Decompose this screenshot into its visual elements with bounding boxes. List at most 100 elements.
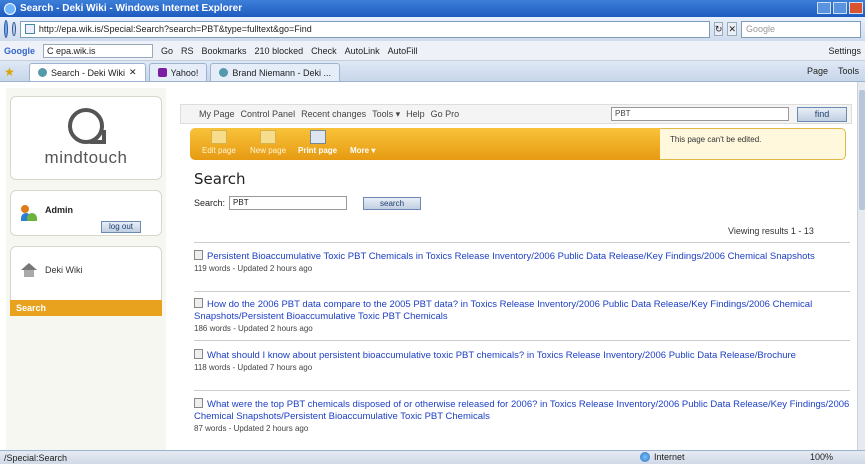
- refresh-button[interactable]: ↻: [713, 22, 724, 36]
- status-bar: /Special:Search Internet 100%: [0, 450, 865, 464]
- users-icon: [21, 205, 37, 221]
- internet-globe-icon: [640, 452, 650, 462]
- divider: [194, 242, 850, 243]
- tab-favicon-icon: [157, 68, 167, 77]
- google-logo: Google: [4, 45, 35, 56]
- results-count: Viewing results 1 - 13: [728, 226, 814, 236]
- menu-help[interactable]: Help: [406, 109, 425, 119]
- google-rs-button[interactable]: RS: [181, 46, 194, 56]
- zoom-level[interactable]: 100%: [810, 452, 833, 462]
- google-bookmarks-button[interactable]: Bookmarks: [202, 46, 247, 56]
- page-menu-button[interactable]: Page: [807, 66, 828, 76]
- document-icon: [194, 349, 203, 359]
- favorites-star-icon[interactable]: ★: [4, 64, 26, 81]
- nav-home-link[interactable]: Deki Wiki: [45, 265, 83, 275]
- document-icon: [194, 298, 203, 308]
- print-page-label: Print page: [298, 146, 338, 155]
- google-search-box[interactable]: C epa.wik.is: [43, 43, 153, 58]
- search-result: What were the top PBT chemicals disposed…: [194, 398, 850, 433]
- window-controls: [817, 2, 863, 14]
- print-page-button[interactable]: Print page: [298, 130, 337, 155]
- new-page-button: New page: [250, 130, 286, 155]
- search-result: Persistent Bioaccumulative Toxic PBT Che…: [194, 250, 850, 273]
- home-icon: [21, 263, 37, 277]
- result-title-link[interactable]: What were the top PBT chemicals disposed…: [207, 399, 537, 410]
- window-titlebar: Search - Deki Wiki - Windows Internet Ex…: [0, 0, 865, 17]
- nav-panel: Deki Wiki: [10, 246, 162, 300]
- scrollbar-thumb[interactable]: [859, 90, 865, 210]
- edit-page-icon: [210, 130, 227, 144]
- page-title: Search: [194, 170, 246, 188]
- document-icon: [194, 398, 203, 408]
- tab-label: Yahoo!: [170, 67, 199, 78]
- printer-icon: [309, 130, 326, 144]
- logo-panel: mindtouch: [10, 96, 162, 180]
- web-search-field[interactable]: Google: [741, 20, 861, 38]
- google-toolbar: Google C epa.wik.is Go RS Bookmarks 210 …: [0, 41, 865, 61]
- tab-brand-niemann[interactable]: Brand Niemann - Deki ...: [210, 63, 340, 81]
- tab-yahoo[interactable]: Yahoo!: [148, 63, 208, 81]
- divider: [194, 390, 850, 391]
- site-search-input[interactable]: PBT: [611, 107, 789, 121]
- tools-menu-button[interactable]: Tools: [838, 66, 859, 76]
- search-result: How do the 2006 PBT data compare to the …: [194, 298, 850, 333]
- google-settings-button[interactable]: Settings: [828, 46, 861, 56]
- address-bar: http://epa.wik.is/Special:Search?search=…: [0, 17, 865, 41]
- maximize-button[interactable]: [833, 2, 847, 14]
- cannot-edit-notice: This page can't be edited.: [660, 128, 846, 160]
- vertical-scrollbar[interactable]: [857, 82, 865, 450]
- user-panel: Admin log out: [10, 190, 162, 236]
- page-actions-bar: Edit page New page Print page More ▾: [190, 128, 660, 160]
- tab-label: Brand Niemann - Deki ...: [232, 67, 331, 78]
- search-button[interactable]: search: [363, 196, 422, 210]
- url-field[interactable]: http://epa.wik.is/Special:Search?search=…: [19, 20, 710, 38]
- result-title-link[interactable]: What should I know about persistent bioa…: [207, 350, 524, 361]
- spellcheck-button[interactable]: Check: [311, 46, 337, 56]
- menu-control-panel[interactable]: Control Panel: [241, 109, 296, 119]
- sidebar-item-search[interactable]: Search: [10, 300, 162, 316]
- tab-search-deki-wiki[interactable]: Search - Deki Wiki ✕: [29, 63, 146, 81]
- menu-my-page[interactable]: My Page: [199, 109, 235, 119]
- minimize-button[interactable]: [817, 2, 831, 14]
- divider: [194, 340, 850, 341]
- ie-logo-icon: [4, 2, 16, 15]
- window-title: Search - Deki Wiki - Windows Internet Ex…: [20, 3, 243, 14]
- google-go-button[interactable]: Go: [161, 46, 173, 56]
- ie-command-bar: Page Tools: [807, 66, 859, 76]
- new-page-icon: [260, 130, 277, 144]
- tab-favicon-icon: [38, 68, 47, 77]
- result-meta: 186 words - Updated 2 hours ago: [194, 324, 313, 333]
- autofill-button[interactable]: AutoFill: [388, 46, 418, 56]
- back-button[interactable]: [4, 20, 9, 38]
- url-text: http://epa.wik.is/Special:Search?search=…: [38, 24, 312, 34]
- popup-blocked-button[interactable]: 210 blocked: [255, 46, 304, 56]
- close-tab-icon[interactable]: ✕: [129, 67, 137, 78]
- result-meta: 118 words - Updated 7 hours ago: [194, 363, 313, 372]
- edit-page-button: Edit page: [202, 130, 236, 155]
- forward-button[interactable]: [12, 22, 16, 36]
- result-title-link[interactable]: How do the 2006 PBT data compare to the …: [207, 299, 458, 310]
- tab-favicon-icon: [219, 68, 229, 77]
- autolink-button[interactable]: AutoLink: [345, 46, 380, 56]
- user-name[interactable]: Admin: [45, 205, 73, 215]
- result-context[interactable]: in Toxics Release Inventory/2006 Public …: [524, 350, 796, 361]
- search-input[interactable]: PBT: [229, 196, 348, 210]
- tab-label: Search - Deki Wiki: [51, 67, 126, 78]
- page-viewport: mindtouch Admin log out Deki Wiki Search…: [0, 82, 857, 450]
- tab-bar: ★ Search - Deki Wiki ✕ Yahoo! Brand Niem…: [0, 61, 865, 82]
- search-label: Search:: [194, 198, 226, 208]
- more-label: More ▾: [350, 146, 376, 155]
- zone-label: Internet: [654, 452, 685, 462]
- logout-button[interactable]: log out: [101, 221, 141, 233]
- close-window-button[interactable]: [849, 2, 863, 14]
- mindtouch-logo-icon[interactable]: [68, 108, 106, 144]
- menu-recent-changes[interactable]: Recent changes: [301, 109, 366, 119]
- stop-button[interactable]: ✕: [727, 22, 737, 36]
- more-menu-button[interactable]: More ▾: [350, 146, 375, 155]
- result-context[interactable]: in Toxics Release Inventory/2006 Public …: [413, 251, 815, 262]
- find-button[interactable]: find: [797, 107, 847, 122]
- menu-go-pro[interactable]: Go Pro: [431, 109, 460, 119]
- result-title-link[interactable]: Persistent Bioaccumulative Toxic PBT Che…: [207, 251, 413, 262]
- left-sidebar: mindtouch Admin log out Deki Wiki Search: [6, 88, 166, 450]
- menu-tools[interactable]: Tools ▾: [372, 109, 400, 120]
